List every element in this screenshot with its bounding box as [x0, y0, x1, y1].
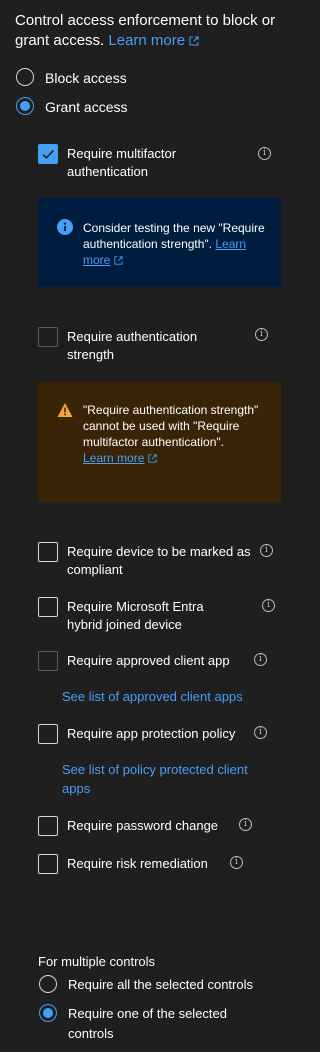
info-icon[interactable]: i [262, 599, 275, 612]
app-protection-checkbox[interactable] [38, 724, 58, 744]
hybrid-joined-checkbox[interactable] [38, 597, 58, 617]
info-icon[interactable]: i [239, 818, 252, 831]
multiple-controls-title: For multiple controls [38, 954, 156, 969]
control-row-mfa: Require multifactor authentication i [38, 144, 278, 184]
compliant-device-label: Require device to be marked as compliant [67, 544, 251, 577]
require-one-label: Require one of the selected controls [68, 1006, 227, 1041]
app-protection-label: Require app protection policy [67, 726, 236, 741]
control-row-password-change: Require password change i [38, 816, 278, 838]
info-message-bar: Consider testing the new "Require authen… [38, 198, 281, 287]
info-icon[interactable]: i [254, 726, 267, 739]
password-change-label: Require password change [67, 818, 219, 833]
approved-client-app-checkbox[interactable] [38, 651, 58, 671]
radio-circle [39, 975, 57, 993]
grant-access-radio[interactable]: Grant access [16, 97, 127, 117]
mfa-label: Require multifactor authentication [67, 146, 177, 179]
radio-circle [16, 68, 34, 86]
external-link-icon [189, 36, 199, 46]
external-link-icon [148, 454, 157, 463]
block-access-radio[interactable]: Block access [16, 68, 127, 88]
auth-strength-label: Require authentication strength [67, 329, 198, 362]
auth-strength-checkbox[interactable] [38, 327, 58, 347]
risk-remediation-checkbox[interactable] [38, 854, 58, 874]
checkmark-icon [42, 149, 55, 159]
control-row-app-protection: Require app protection policy i See list… [38, 724, 278, 800]
warning-message-text: "Require authentication strength" cannot… [83, 403, 259, 465]
control-row-auth-strength: Require authentication strength i [38, 327, 278, 367]
access-intro-text: Control access enforcement to block or g… [15, 11, 295, 51]
control-row-risk-remediation: Require risk remediation i [38, 854, 278, 876]
warning-learn-more-link[interactable]: Learn more [83, 451, 144, 465]
require-all-radio[interactable]: Require all the selected controls [39, 975, 253, 995]
approved-client-apps-link[interactable]: See list of approved client apps [62, 687, 243, 706]
grant-access-label: Grant access [45, 99, 128, 115]
hybrid-joined-label: Require Microsoft Entra hybrid joined de… [67, 599, 204, 632]
info-icon[interactable]: i [255, 328, 268, 341]
compliant-device-checkbox[interactable] [38, 542, 58, 562]
info-message-text: Consider testing the new "Require authen… [83, 221, 265, 267]
policy-protected-apps-link[interactable]: See list of policy protected client apps [62, 760, 277, 798]
radio-circle-selected [39, 1004, 57, 1022]
intro-learn-more-link[interactable]: Learn more [108, 32, 200, 49]
info-icon [57, 219, 73, 235]
require-one-radio[interactable]: Require one of the selected controls [39, 1004, 258, 1044]
require-all-label: Require all the selected controls [68, 977, 253, 992]
warning-icon [57, 403, 73, 417]
info-icon[interactable]: i [254, 653, 267, 666]
info-icon[interactable]: i [230, 856, 243, 869]
control-row-approved-client-app: Require approved client app i See list o… [38, 651, 278, 711]
control-row-hybrid-joined: Require Microsoft Entra hybrid joined de… [38, 597, 278, 637]
approved-client-app-label: Require approved client app [67, 653, 230, 668]
control-row-compliant-device: Require device to be marked as compliant… [38, 542, 278, 582]
password-change-checkbox[interactable] [38, 816, 58, 836]
info-icon[interactable]: i [260, 544, 273, 557]
block-access-label: Block access [45, 70, 127, 86]
mfa-checkbox[interactable] [38, 144, 58, 164]
radio-circle-selected [16, 97, 34, 115]
risk-remediation-label: Require risk remediation [67, 856, 208, 871]
warning-message-bar: "Require authentication strength" cannot… [38, 382, 281, 502]
info-icon[interactable]: i [258, 147, 271, 160]
external-link-icon [114, 256, 123, 265]
